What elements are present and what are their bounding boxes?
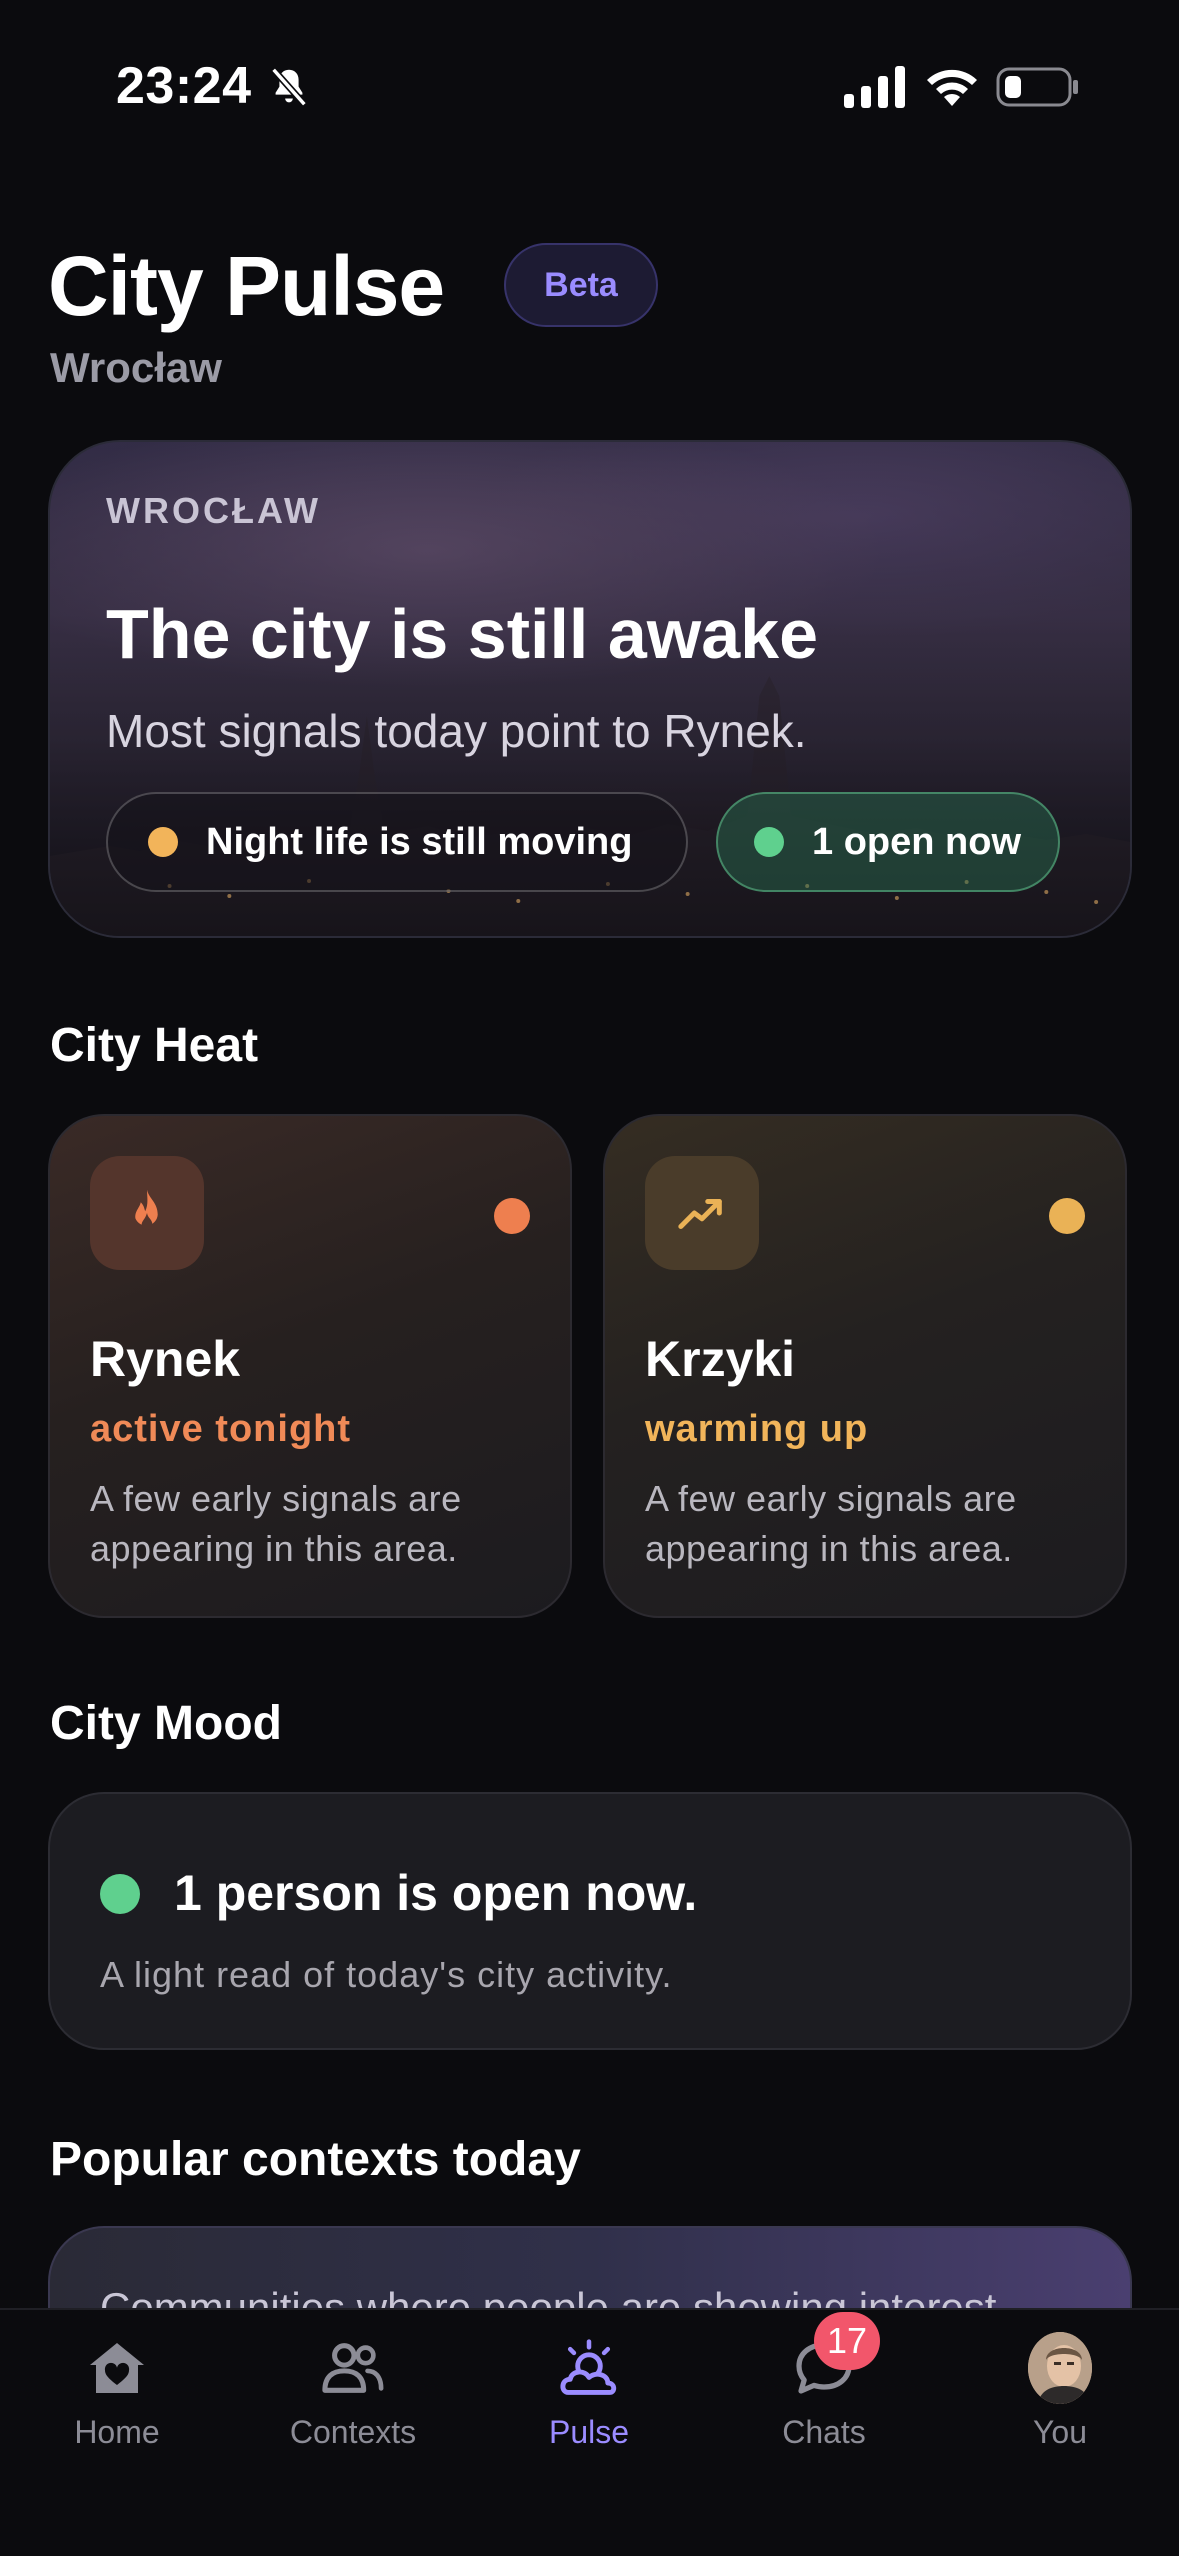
open-now-chip[interactable]: 1 open now xyxy=(716,792,1060,892)
chip-label: 1 open now xyxy=(812,820,1021,863)
tab-label: Chats xyxy=(782,2414,866,2450)
city-mood-heading: City Mood xyxy=(50,1697,282,1750)
home-heart-icon xyxy=(85,2336,149,2400)
heat-indicator-dot xyxy=(494,1198,530,1234)
hero-title: The city is still awake xyxy=(106,595,818,673)
chats-unread-badge: 17 xyxy=(814,2312,880,2370)
heat-area-name: Krzyki xyxy=(645,1331,796,1387)
status-time: 23:24 xyxy=(116,57,252,115)
city-subtitle: Wrocław xyxy=(50,344,222,391)
tab-home[interactable]: Home xyxy=(17,2336,217,2476)
chip-label: Night life is still moving xyxy=(206,820,633,863)
status-dot xyxy=(754,827,784,857)
heat-description: A few early signals are appearing in thi… xyxy=(645,1478,1017,1569)
heat-description: A few early signals are appearing in thi… xyxy=(90,1478,462,1569)
heat-card-krzyki[interactable]: Krzyki warming up A few early signals ar… xyxy=(603,1114,1127,1618)
status-bar: 23:24 xyxy=(0,0,1179,170)
mood-status-dot xyxy=(100,1874,140,1914)
heat-status: active tonight xyxy=(90,1408,352,1450)
heat-status: warming up xyxy=(645,1408,869,1450)
status-dot xyxy=(148,827,178,857)
signal-icon xyxy=(844,66,905,108)
hero-eyebrow: WROCŁAW xyxy=(106,490,321,531)
heat-card-rynek[interactable]: Rynek active tonight A few early signals… xyxy=(48,1114,572,1618)
tab-contexts[interactable]: Contexts xyxy=(253,2336,453,2476)
tab-bar: Home Contexts Pulse Chats You xyxy=(0,2308,1179,2556)
heat-area-name: Rynek xyxy=(90,1331,241,1387)
tab-label: You xyxy=(1033,2414,1087,2450)
night-life-chip[interactable]: Night life is still moving xyxy=(106,792,688,892)
heat-indicator-dot xyxy=(1049,1198,1085,1234)
mood-title: 1 person is open now. xyxy=(174,1865,698,1921)
city-heat-heading: City Heat xyxy=(50,1019,259,1072)
hero-card[interactable]: WROCŁAW The city is still awake Most sig… xyxy=(48,440,1132,938)
tab-label: Home xyxy=(74,2414,160,2450)
battery-icon xyxy=(996,67,1078,107)
bell-slash-icon xyxy=(271,67,307,107)
wifi-icon xyxy=(927,69,977,106)
tab-pulse[interactable]: Pulse xyxy=(489,2336,689,2476)
avatar xyxy=(1028,2332,1092,2404)
mood-description: A light read of today's city activity. xyxy=(100,1954,673,1995)
trending-up-icon xyxy=(645,1156,759,1270)
popular-contexts-heading: Popular contexts today xyxy=(50,2133,581,2186)
tab-label: Contexts xyxy=(289,2414,417,2450)
tab-you[interactable]: You xyxy=(960,2332,1160,2476)
hero-subtitle: Most signals today point to Rynek. xyxy=(106,705,807,757)
weather-pulse-icon xyxy=(557,2336,621,2400)
page-title: City Pulse xyxy=(48,239,445,333)
people-icon xyxy=(321,2336,385,2400)
flame-icon xyxy=(90,1156,204,1270)
tab-label: Pulse xyxy=(548,2414,630,2450)
beta-badge: Beta xyxy=(504,243,658,327)
city-mood-card[interactable]: 1 person is open now. A light read of to… xyxy=(48,1792,1132,2050)
